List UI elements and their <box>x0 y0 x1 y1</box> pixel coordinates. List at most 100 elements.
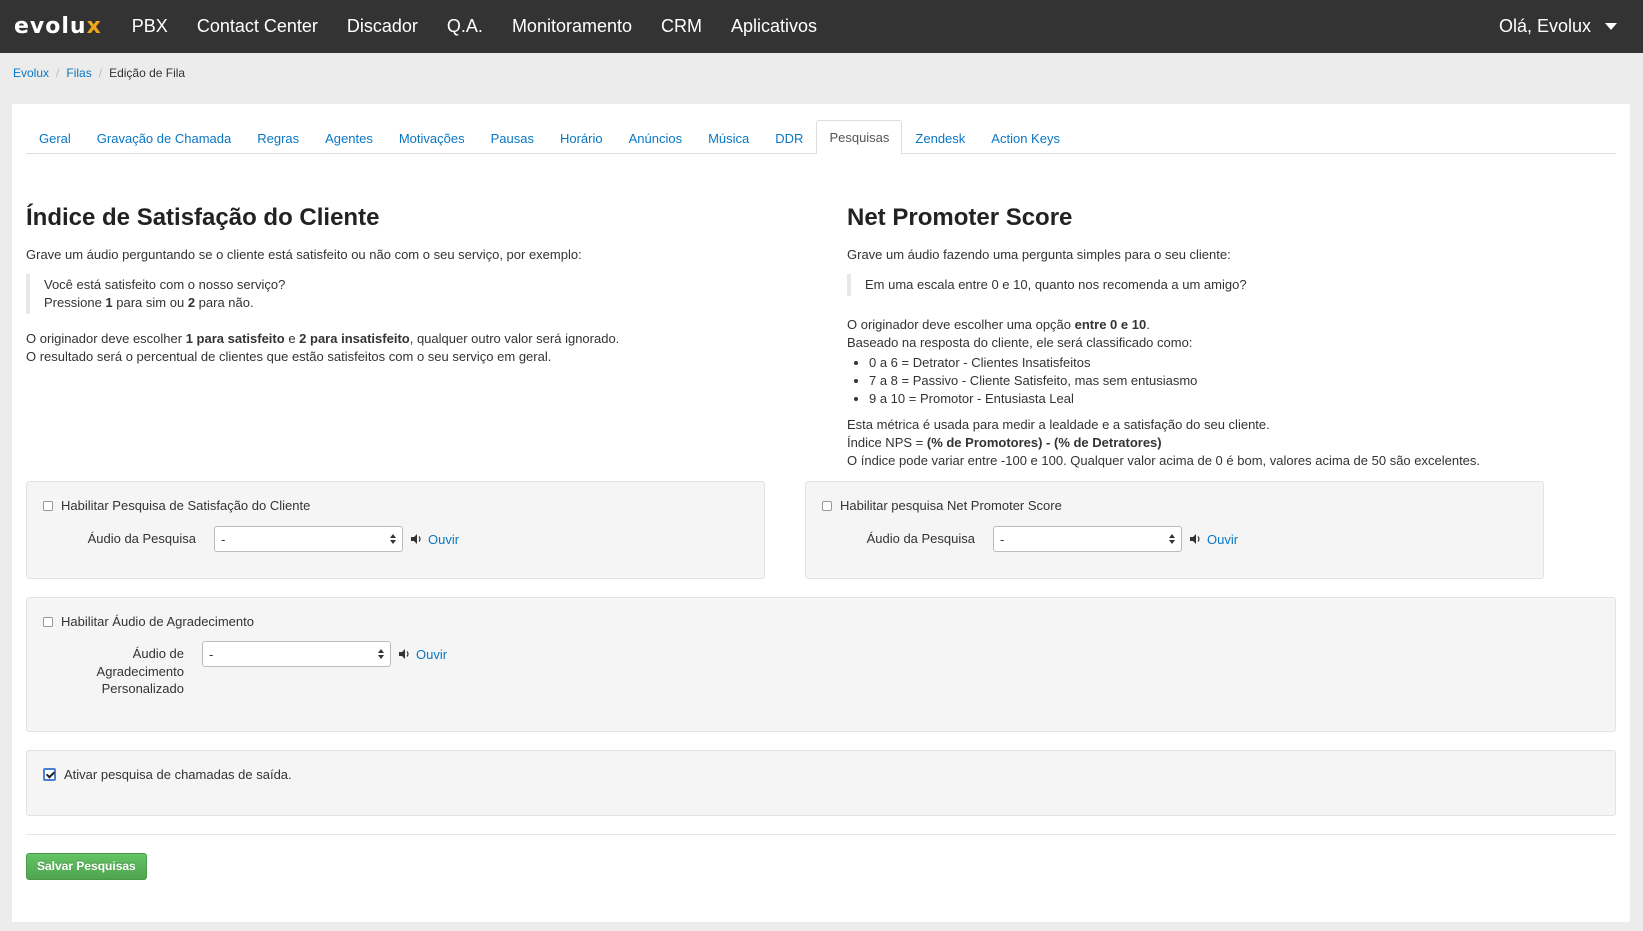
csi-intro: Grave um áudio perguntando se o cliente … <box>26 247 582 262</box>
nav-item-qa[interactable]: Q.A. <box>447 16 483 37</box>
outbound-enable-label: Ativar pesquisa de chamadas de saída. <box>64 767 292 782</box>
nps-enable-line[interactable]: Habilitar pesquisa Net Promoter Score <box>822 498 1527 513</box>
brand-accent: x <box>86 14 102 39</box>
outbound-survey-well: Ativar pesquisa de chamadas de saída. <box>26 750 1616 816</box>
tab-anuncios[interactable]: Anúncios <box>616 121 695 154</box>
breadcrumb-separator: / <box>98 66 103 80</box>
nps-classification-list: 0 a 6 = Detrator - Clientes Insatisfeito… <box>847 354 1616 408</box>
csi-section: Índice de Satisfação do Cliente Grave um… <box>26 204 821 470</box>
csi-rule-text: O originador deve escolher 1 para satisf… <box>26 331 620 346</box>
top-navbar: evolux PBX Contact Center Discador Q.A. … <box>0 0 1643 53</box>
nps-rule-text: O originador deve escolher uma opção ent… <box>847 317 1150 332</box>
csi-result-text: O resultado será o percentual de cliente… <box>26 349 552 364</box>
nps-intro: Grave um áudio fazendo uma pergunta simp… <box>847 247 1231 262</box>
speaker-icon <box>399 649 409 659</box>
csi-listen-label: Ouvir <box>428 531 460 547</box>
nps-section: Net Promoter Score Grave um áudio fazend… <box>821 204 1616 470</box>
brand-logo[interactable]: evolux <box>14 14 102 39</box>
nav-item-discador[interactable]: Discador <box>347 16 418 37</box>
thanks-audio-row: Áudio de Agradecimento Personalizado - O… <box>43 641 1599 698</box>
tab-horario[interactable]: Horário <box>547 121 616 154</box>
tab-geral[interactable]: Geral <box>26 121 84 154</box>
nps-title: Net Promoter Score <box>847 204 1073 231</box>
nav-item-aplicativos[interactable]: Aplicativos <box>731 16 817 37</box>
csi-enable-well: Habilitar Pesquisa de Satisfação do Clie… <box>26 481 765 579</box>
breadcrumb-separator: / <box>56 66 60 80</box>
thanks-audio-value: - <box>209 646 214 662</box>
nps-metric-text: Esta métrica é usada para medir a lealda… <box>847 417 1270 432</box>
nps-audio-select[interactable]: - <box>993 526 1182 552</box>
select-arrows-icon <box>378 649 384 659</box>
csi-enable-checkbox[interactable] <box>43 500 53 511</box>
queue-tabs: Geral Gravação de Chamada Regras Agentes… <box>26 120 1616 154</box>
thanks-enable-label: Habilitar Áudio de Agradecimento <box>61 614 254 629</box>
nps-enable-label: Habilitar pesquisa Net Promoter Score <box>840 498 1062 513</box>
nps-listen-label: Ouvir <box>1207 531 1239 547</box>
list-item: 0 a 6 = Detrator - Clientes Insatisfeito… <box>869 354 1616 372</box>
thanks-listen-link[interactable]: Ouvir <box>399 641 447 667</box>
main-menu: PBX Contact Center Discador Q.A. Monitor… <box>132 16 846 37</box>
thanks-audio-label: Áudio de Agradecimento Personalizado <box>96 646 184 696</box>
nps-audio-row: Áudio da Pesquisa - Ouvir <box>822 526 1527 552</box>
form-divider <box>26 834 1616 835</box>
user-menu[interactable]: Olá, Evolux <box>1499 16 1617 37</box>
tab-ddr[interactable]: DDR <box>762 121 816 154</box>
csi-quote-line2: Pressione 1 para sim ou 2 para não. <box>44 295 254 310</box>
nps-example-quote: Em uma escala entre 0 e 10, quanto nos r… <box>847 274 1616 296</box>
nps-enable-well: Habilitar pesquisa Net Promoter Score Áu… <box>805 481 1544 579</box>
nps-enable-checkbox[interactable] <box>822 500 832 511</box>
user-greeting: Olá, Evolux <box>1498 16 1591 36</box>
select-arrows-icon <box>390 534 396 544</box>
speaker-icon <box>411 534 421 544</box>
nav-item-pbx[interactable]: PBX <box>132 16 168 37</box>
nav-item-crm[interactable]: CRM <box>661 16 702 37</box>
csi-example-quote: Você está satisfeito com o nosso serviço… <box>26 274 821 314</box>
thanks-enable-line[interactable]: Habilitar Áudio de Agradecimento <box>43 614 1599 629</box>
tab-musica[interactable]: Música <box>695 121 762 154</box>
tab-action-keys[interactable]: Action Keys <box>978 121 1073 154</box>
tab-pausas[interactable]: Pausas <box>478 121 547 154</box>
nps-classification-intro: Baseado na resposta do cliente, ele será… <box>847 335 1193 350</box>
speaker-icon <box>1190 534 1200 544</box>
breadcrumb-filas[interactable]: Filas <box>66 66 91 80</box>
outbound-enable-line[interactable]: Ativar pesquisa de chamadas de saída. <box>43 767 1599 782</box>
thanks-audio-select[interactable]: - <box>202 641 391 667</box>
outbound-enable-checkbox[interactable] <box>43 768 56 781</box>
csi-listen-link[interactable]: Ouvir <box>411 526 459 552</box>
csi-audio-value: - <box>221 531 226 547</box>
save-surveys-button[interactable]: Salvar Pesquisas <box>26 853 147 880</box>
csi-enable-line[interactable]: Habilitar Pesquisa de Satisfação do Clie… <box>43 498 748 513</box>
nps-formula: Índice NPS = (% de Promotores) - (% de D… <box>847 435 1162 450</box>
nav-item-contact-center[interactable]: Contact Center <box>197 16 318 37</box>
nps-audio-label: Áudio da Pesquisa <box>866 531 975 546</box>
breadcrumb-current: Edição de Fila <box>109 66 186 80</box>
brand-text: evolu <box>14 14 87 39</box>
thanks-listen-label: Ouvir <box>416 646 448 662</box>
queue-edit-panel: Geral Gravação de Chamada Regras Agentes… <box>12 104 1630 922</box>
tab-agentes[interactable]: Agentes <box>312 121 386 154</box>
survey-enable-row: Habilitar Pesquisa de Satisfação do Clie… <box>26 481 1616 579</box>
list-item: 9 a 10 = Promotor - Entusiasta Leal <box>869 390 1616 408</box>
breadcrumb-evolux[interactable]: Evolux <box>13 66 49 80</box>
nps-audio-value: - <box>1000 531 1005 547</box>
tab-zendesk[interactable]: Zendesk <box>902 121 978 154</box>
csi-enable-label: Habilitar Pesquisa de Satisfação do Clie… <box>61 498 311 513</box>
survey-descriptions: Índice de Satisfação do Cliente Grave um… <box>26 204 1616 470</box>
thanks-enable-checkbox[interactable] <box>43 616 53 627</box>
nav-item-monitoramento[interactable]: Monitoramento <box>512 16 632 37</box>
thanks-audio-well: Habilitar Áudio de Agradecimento Áudio d… <box>26 597 1616 732</box>
tab-regras[interactable]: Regras <box>244 121 312 154</box>
select-arrows-icon <box>1169 534 1175 544</box>
tab-motivacoes[interactable]: Motivações <box>386 121 478 154</box>
tab-pesquisas[interactable]: Pesquisas <box>816 120 903 154</box>
nps-listen-link[interactable]: Ouvir <box>1190 526 1238 552</box>
tab-gravacao-de-chamada[interactable]: Gravação de Chamada <box>84 121 244 154</box>
breadcrumb: Evolux / Filas / Edição de Fila <box>0 53 1643 93</box>
csi-audio-row: Áudio da Pesquisa - Ouvir <box>43 526 748 552</box>
nps-range-text: O índice pode variar entre -100 e 100. Q… <box>847 453 1481 468</box>
csi-title: Índice de Satisfação do Cliente <box>26 204 380 231</box>
csi-quote-line1: Você está satisfeito com o nosso serviço… <box>44 277 286 292</box>
csi-audio-label: Áudio da Pesquisa <box>87 531 196 546</box>
list-item: 7 a 8 = Passivo - Cliente Satisfeito, ma… <box>869 372 1616 390</box>
csi-audio-select[interactable]: - <box>214 526 403 552</box>
